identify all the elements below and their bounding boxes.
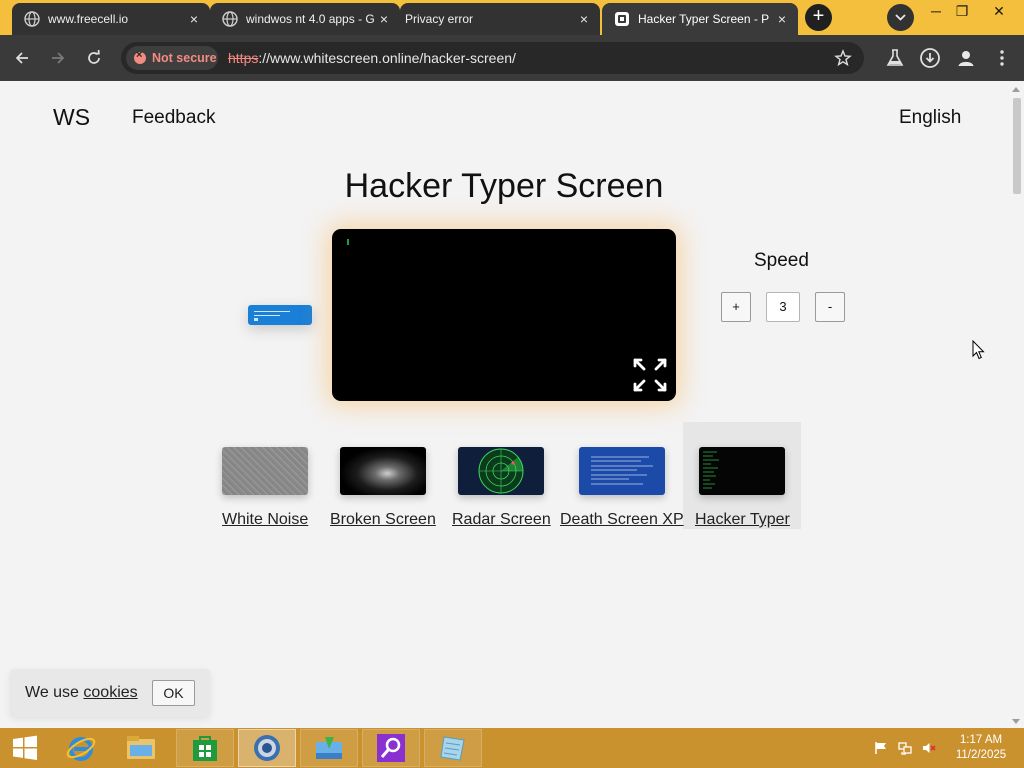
speed-increase-button[interactable]: + [721,292,751,322]
hacker-typer-thumbnail[interactable] [699,447,785,495]
preview-line [254,318,258,321]
tab-strip: www.freecell.io × windwos nt 4.0 apps - … [0,0,1024,35]
white-noise-thumbnail[interactable] [222,447,308,495]
cookies-link[interactable]: cookies [83,684,137,701]
speed-decrease-button[interactable]: - [815,292,845,322]
tab-title: Hacker Typer Screen - P [638,12,770,26]
hacker-typer-link[interactable]: Hacker Typer [695,511,790,529]
start-icon [13,735,37,760]
blue-screen-preview[interactable] [248,305,312,325]
labs-icon[interactable] [884,47,906,69]
cookie-banner: We use cookies OK [10,669,210,717]
forward-icon[interactable] [48,48,68,68]
bsod-text-icon [591,456,653,485]
globe-icon [24,11,40,27]
broken-screen-link[interactable]: Broken Screen [330,511,436,529]
page-title: Hacker Typer Screen [344,167,664,205]
url-text[interactable]: https://www.whitescreen.online/hacker-sc… [228,50,516,66]
scroll-up-icon[interactable] [1012,87,1020,92]
explorer-icon [127,736,155,759]
volume-muted-icon[interactable] [922,741,936,755]
url-scheme: https [228,50,259,66]
scroll-thumb[interactable] [1013,98,1021,194]
star-icon[interactable] [834,49,852,67]
tab-title: windwos nt 4.0 apps - G [246,12,375,26]
taskbar-internet-explorer[interactable] [52,729,110,767]
browser-toolbar: Not secure https://www.whitescreen.onlin… [0,35,1024,81]
ie-icon [66,737,96,761]
back-icon[interactable] [12,48,32,68]
start-button[interactable] [0,729,50,767]
taskbar-clock[interactable]: 1:17 AM 11/2/2025 [950,733,1012,763]
close-tab-icon[interactable]: × [376,11,392,27]
store-icon [193,736,217,761]
tab-windows-nt[interactable]: windwos nt 4.0 apps - G × [210,3,400,35]
code-lines-icon [703,451,719,489]
notepad-icon [440,736,465,761]
tab-hacker-typer[interactable]: Hacker Typer Screen - P × [602,3,798,35]
radar-icon [478,448,524,494]
scroll-down-icon[interactable] [1012,719,1020,724]
vertical-scrollbar[interactable] [1008,81,1024,728]
white-noise-link[interactable]: White Noise [222,511,308,529]
browser-icon [254,735,280,761]
page-viewport: WS Feedback English Hacker Typer Screen … [0,81,1024,728]
cookie-ok-button[interactable]: OK [152,680,195,706]
taskbar-file-transfer[interactable] [300,729,358,767]
download-icon[interactable] [919,47,941,69]
close-tab-icon[interactable]: × [186,11,202,27]
death-screen-xp-link[interactable]: Death Screen XP [560,511,684,529]
speed-label: Speed [754,250,809,271]
clock-time: 1:17 AM [959,734,1003,746]
flag-icon[interactable] [874,741,888,755]
hacker-terminal[interactable] [332,229,676,401]
address-bar[interactable]: Not secure https://www.whitescreen.onlin… [121,42,864,74]
search-app-icon [377,734,405,762]
url-path: ://www.whitescreen.online/hacker-screen/ [258,50,516,66]
speed-value-field[interactable]: 3 [766,292,800,322]
taskbar-browser[interactable] [238,729,296,767]
globe-icon [222,11,238,27]
reload-icon[interactable] [84,48,104,68]
terminal-cursor [347,239,349,245]
new-tab-button[interactable]: + [805,4,832,31]
warning-icon [134,49,146,64]
cookie-text: We use [25,684,84,701]
tab-freecell[interactable]: www.freecell.io × [12,3,210,35]
preview-line [254,315,280,316]
close-tab-icon[interactable]: × [576,11,592,27]
taskbar-file-explorer[interactable] [112,729,170,767]
tab-title: Privacy error [405,12,474,26]
taskbar-search-app[interactable] [362,729,420,767]
profile-icon[interactable] [955,47,977,69]
fullscreen-icon[interactable] [632,357,668,393]
windows-taskbar: 1:17 AM 11/2/2025 [0,728,1024,768]
network-icon[interactable] [898,741,912,755]
security-chip[interactable]: Not secure [126,46,218,70]
feedback-link[interactable]: Feedback [132,107,215,129]
chevron-down-icon [895,14,906,21]
broken-screen-thumbnail[interactable] [340,447,426,495]
hacker-favicon-icon [615,12,629,26]
restore-button[interactable]: ❐ [947,2,977,22]
clock-date: 11/2/2025 [955,749,1007,761]
file-transfer-icon [316,737,342,759]
site-logo[interactable]: WS [53,104,90,131]
death-screen-xp-thumbnail[interactable] [579,447,665,495]
security-label: Not secure [152,51,217,65]
preview-line [254,311,290,312]
close-tab-icon[interactable]: × [774,11,790,27]
radar-screen-thumbnail[interactable] [458,447,544,495]
tab-search-button[interactable] [887,4,914,31]
menu-icon[interactable] [991,47,1013,69]
tab-title: www.freecell.io [48,12,129,26]
close-window-button[interactable]: ✕ [984,2,1014,22]
taskbar-store[interactable] [176,729,234,767]
cookie-message: We use cookies [25,684,138,702]
tab-privacy-error[interactable]: Privacy error × [400,3,600,35]
taskbar-notepad[interactable] [424,729,482,767]
radar-screen-link[interactable]: Radar Screen [452,511,551,529]
mouse-pointer-icon [972,340,985,360]
language-selector[interactable]: English [899,107,961,129]
